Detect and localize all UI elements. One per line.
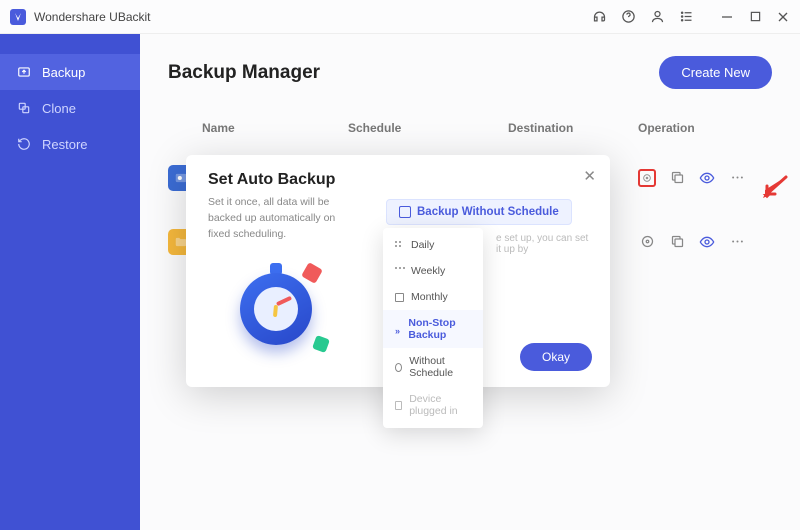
backup-icon [16,64,32,80]
view-icon[interactable] [698,169,716,187]
modal-close-icon[interactable]: ✕ [583,167,596,185]
help-icon[interactable] [621,9,636,24]
dropdown-label: Non-Stop Backup [408,317,471,341]
dropdown-label: Daily [411,239,434,251]
close-icon[interactable] [776,10,790,24]
create-new-button[interactable]: Create New [659,56,772,89]
dropdown-item-daily[interactable]: Daily [383,232,483,258]
more-icon[interactable] [728,169,746,187]
dropdown-label: Weekly [411,265,445,277]
grid-icon [395,241,404,250]
headset-icon[interactable] [592,9,607,24]
maximize-icon[interactable] [748,10,762,24]
column-operation: Operation [638,121,772,135]
sidebar: Backup Clone Restore [0,34,140,530]
column-schedule: Schedule [348,121,508,135]
dropdown-item-weekly[interactable]: Weekly [383,258,483,284]
dropdown-item-monthly[interactable]: Monthly [383,284,483,310]
view-icon[interactable] [698,233,716,251]
modal-subtitle: Set it once, all data will be backed up … [208,195,358,242]
schedule-settings-icon[interactable] [638,233,656,251]
sidebar-item-label: Clone [42,101,76,116]
modal-title: Set Auto Backup [208,171,588,189]
usb-icon [395,401,402,410]
copy-icon[interactable] [668,233,686,251]
restore-icon [16,136,32,152]
okay-button[interactable]: Okay [520,343,592,371]
dropdown-label: Device plugged in [409,393,471,417]
list-icon[interactable] [679,9,694,24]
sidebar-item-backup[interactable]: Backup [0,54,140,90]
calendar-small-icon [395,293,404,302]
column-destination: Destination [508,121,638,135]
dropdown-label: Without Schedule [409,355,471,379]
chip-label: Backup Without Schedule [417,206,559,218]
stopwatch-illustration-icon [226,247,326,357]
dots-icon [395,267,404,276]
dropdown-item-device-plugged: Device plugged in [383,386,483,424]
circle-icon [395,363,402,372]
dropdown-label: Monthly [411,291,448,303]
titlebar: Wondershare UBackit [0,0,800,34]
modal-hint: e set up, you can set it up by [496,233,596,255]
app-logo-icon [10,9,26,25]
sidebar-item-clone[interactable]: Clone [0,90,140,126]
dropdown-item-nonstop[interactable]: Non-Stop Backup [383,310,483,348]
calendar-icon [399,206,411,218]
copy-icon[interactable] [668,169,686,187]
schedule-chip[interactable]: Backup Without Schedule [386,199,572,225]
dropdown-item-without-schedule[interactable]: Without Schedule [383,348,483,386]
sidebar-item-label: Restore [42,137,88,152]
clone-icon [16,100,32,116]
more-icon[interactable] [728,233,746,251]
table-header: Name Schedule Destination Operation [168,115,772,145]
page-title: Backup Manager [168,62,320,84]
column-name: Name [168,121,348,135]
minimize-icon[interactable] [720,10,734,24]
sidebar-item-restore[interactable]: Restore [0,126,140,162]
schedule-dropdown: Daily Weekly Monthly Non-Stop Backup Wit… [383,228,483,428]
user-icon[interactable] [650,9,665,24]
sidebar-item-label: Backup [42,65,85,80]
arrows-icon [395,325,401,334]
schedule-settings-icon[interactable] [638,169,656,187]
app-title: Wondershare UBackit [34,10,151,24]
